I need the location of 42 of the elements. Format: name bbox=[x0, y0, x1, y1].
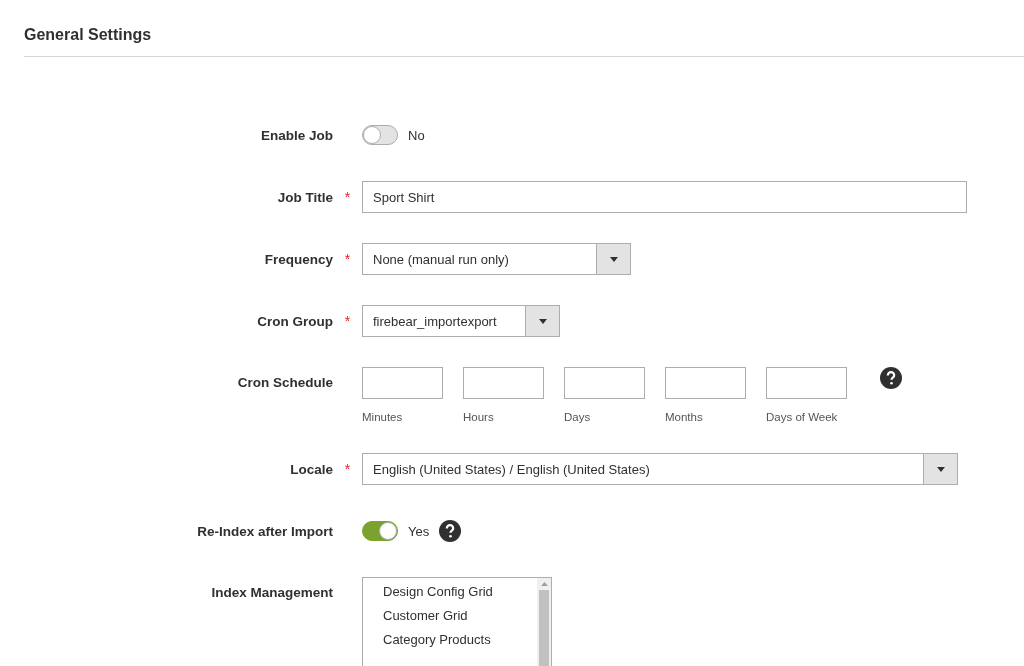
required-asterisk: * bbox=[343, 461, 352, 477]
help-icon[interactable] bbox=[880, 367, 902, 389]
list-option[interactable]: Design Config Grid bbox=[383, 584, 537, 599]
list-option[interactable]: Customer Grid bbox=[383, 608, 537, 623]
schedule-input-label: Days of Week bbox=[766, 411, 839, 423]
field-label: Job Title bbox=[276, 189, 333, 205]
toggle-switch[interactable] bbox=[362, 521, 398, 541]
schedule-input[interactable] bbox=[564, 367, 645, 399]
schedule-input[interactable] bbox=[665, 367, 746, 399]
required-asterisk: * bbox=[343, 313, 352, 329]
section-title: General Settings bbox=[24, 26, 153, 44]
caret-icon bbox=[609, 256, 618, 262]
scrollbar[interactable] bbox=[537, 578, 551, 666]
field-label: Frequency bbox=[263, 251, 333, 267]
required-asterisk: * bbox=[343, 189, 352, 205]
schedule-input-label: Hours bbox=[463, 411, 495, 423]
text-input[interactable]: Sport Shirt bbox=[362, 181, 967, 213]
required-asterisk: * bbox=[343, 251, 352, 267]
select-dropdown[interactable]: firebear_importexport bbox=[362, 305, 560, 337]
multiselect-list[interactable]: Design Config Grid Customer Grid Category Products bbox=[362, 577, 552, 666]
schedule-input-label: Minutes bbox=[362, 411, 404, 423]
select-dropdown[interactable]: None (manual run only) bbox=[362, 243, 631, 275]
caret-icon bbox=[538, 318, 547, 324]
field-label: Cron Group bbox=[256, 313, 333, 329]
field-label: Locale bbox=[289, 461, 333, 477]
schedule-input[interactable] bbox=[362, 367, 443, 399]
field-label: Index Management bbox=[210, 584, 333, 600]
schedule-input[interactable] bbox=[766, 367, 847, 399]
toggle-state-text: Yes bbox=[408, 523, 430, 539]
field-label: Cron Schedule bbox=[236, 374, 333, 390]
help-icon[interactable] bbox=[439, 520, 462, 542]
select-dropdown[interactable]: English (United States) / English (United States) bbox=[362, 453, 958, 485]
toggle-state-text: No bbox=[408, 127, 425, 143]
field-label: Re-Index after Import bbox=[196, 523, 333, 539]
list-option[interactable]: Category Products bbox=[383, 632, 537, 647]
schedule-input[interactable] bbox=[463, 367, 544, 399]
caret-icon bbox=[936, 466, 945, 472]
schedule-input-label: Months bbox=[665, 411, 704, 423]
toggle-switch[interactable] bbox=[362, 125, 398, 145]
scroll-up-arrow-icon[interactable] bbox=[540, 582, 548, 586]
schedule-input-label: Days bbox=[564, 411, 592, 423]
field-label: Enable Job bbox=[260, 127, 333, 143]
